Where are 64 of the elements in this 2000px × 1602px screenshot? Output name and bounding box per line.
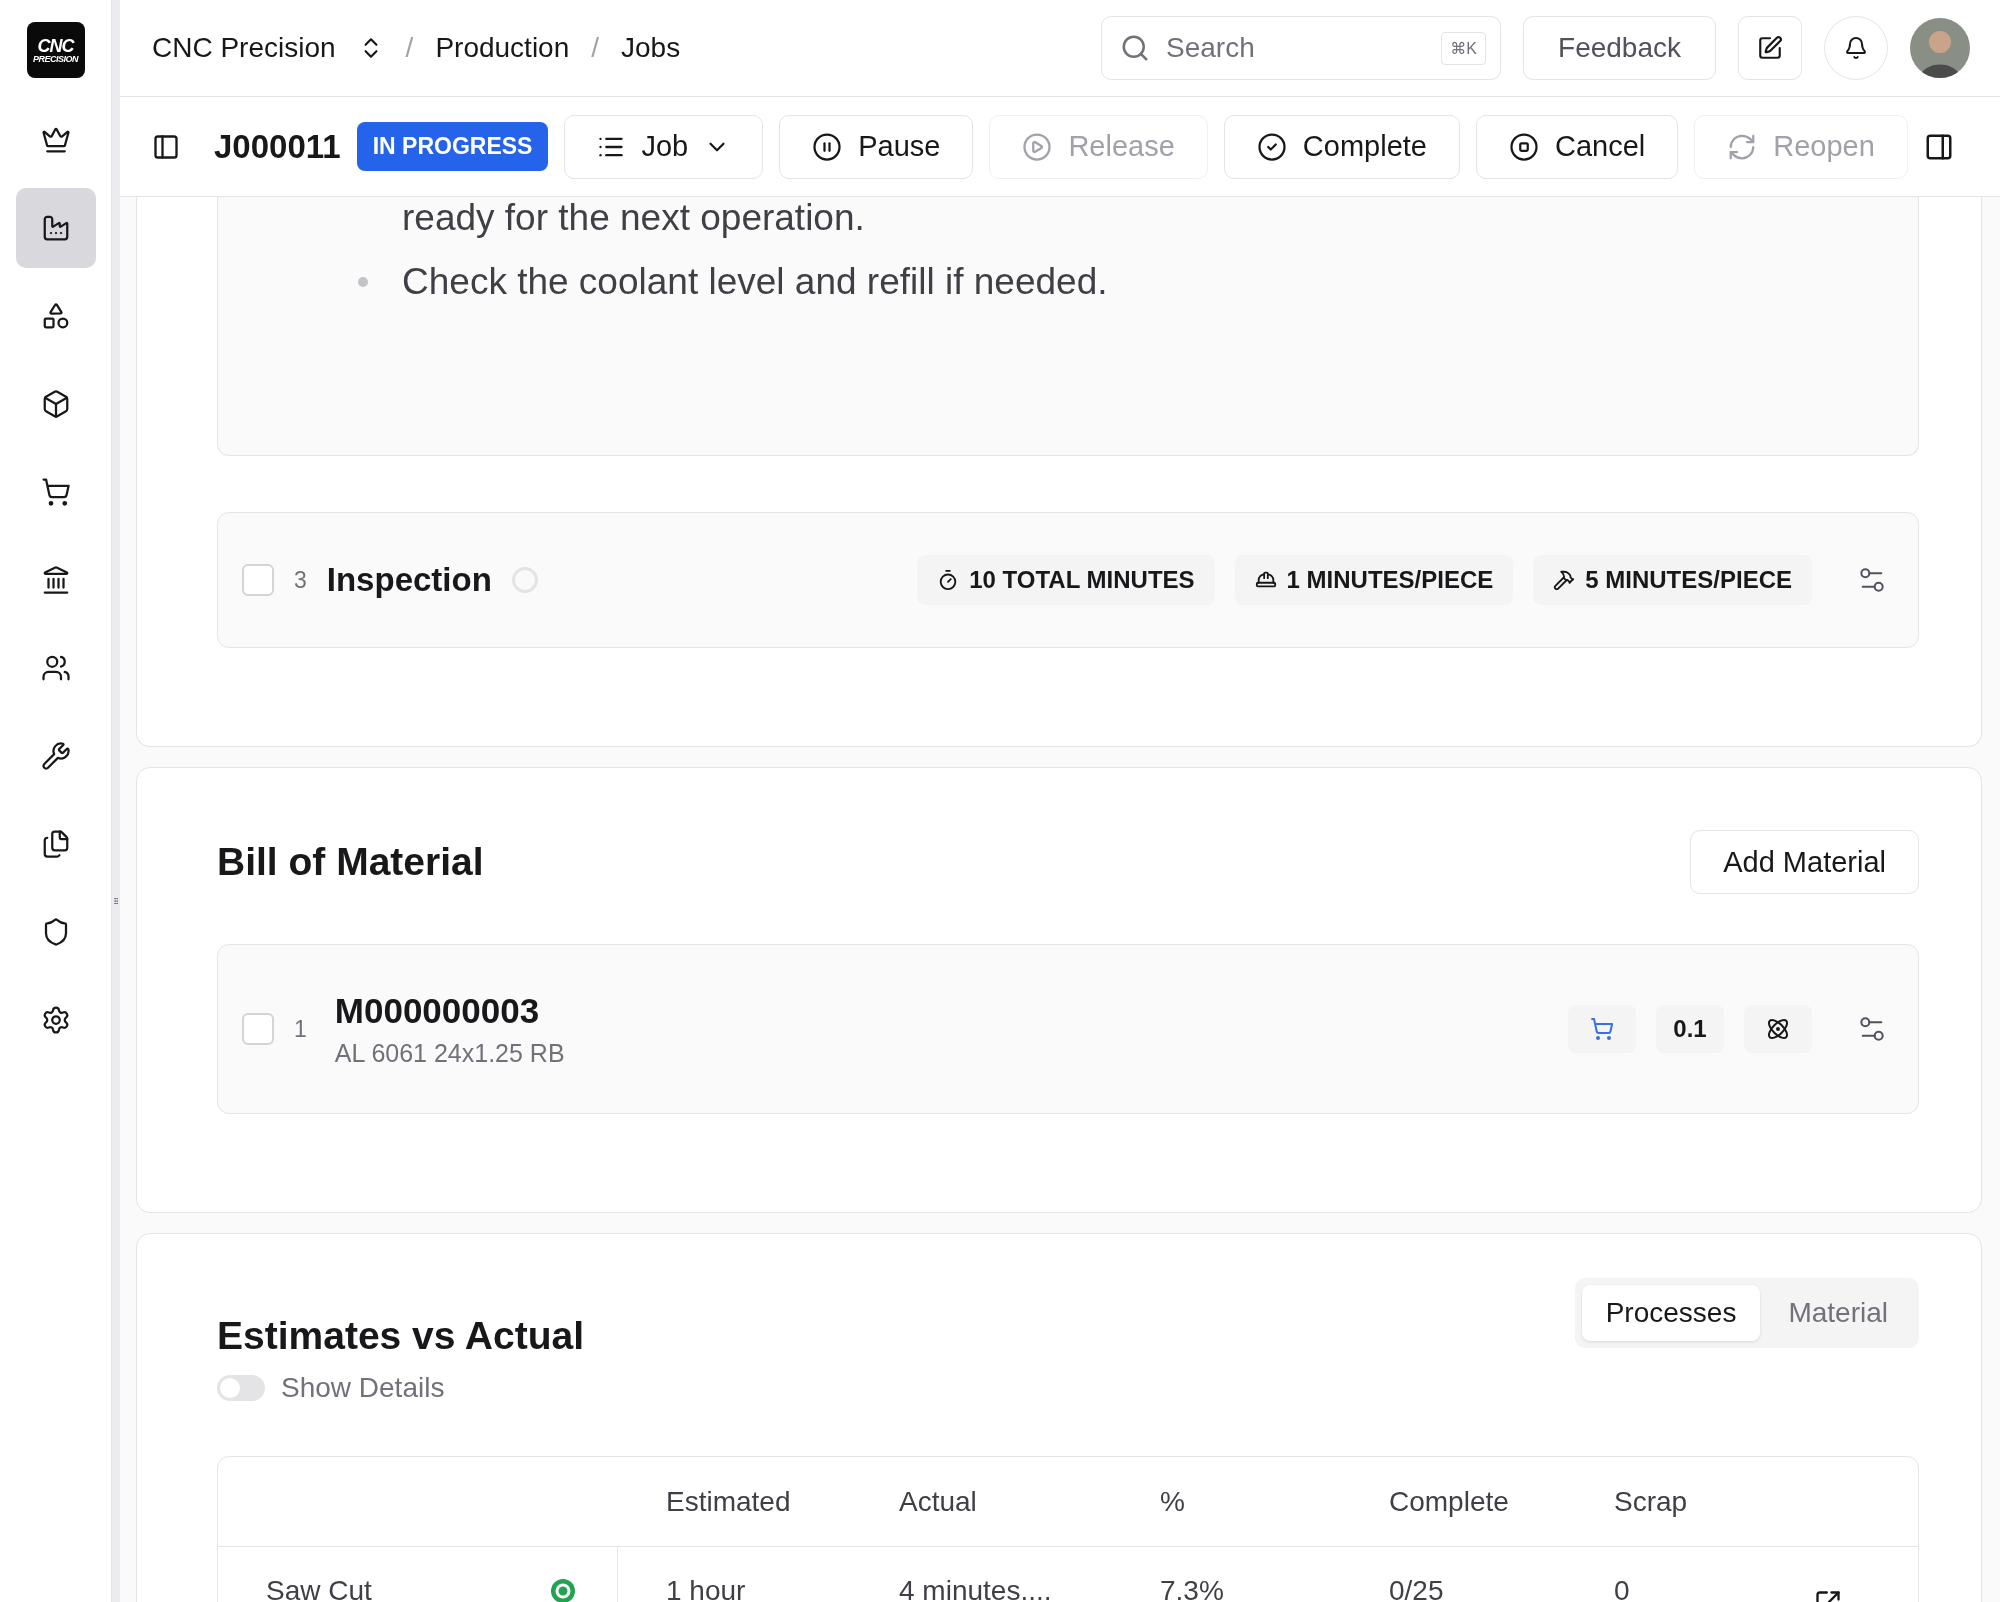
pause-icon [812, 131, 843, 162]
table-cell-text: 0 [1613, 1574, 1631, 1602]
column-header: Scrap [1566, 1457, 1766, 1547]
bell-icon [1844, 36, 1868, 60]
feedback-button[interactable]: Feedback [1523, 16, 1716, 80]
table-cell-text: 0/25 [1388, 1574, 1445, 1602]
duration-tag: 1 MINUTES/PIECE [1234, 555, 1514, 605]
breadcrumb-separator: / [591, 32, 600, 64]
column-header: Actual [851, 1457, 1112, 1547]
instruction-text: ready for the next operation. [402, 197, 865, 239]
add-material-button[interactable]: Add Material [1690, 830, 1919, 894]
users-icon [40, 653, 71, 683]
duration-tag: 5 MINUTES/PIECE [1533, 555, 1812, 605]
edit-icon [1757, 35, 1783, 61]
check-circle-icon [1256, 131, 1287, 162]
material-description: AL 6061 24x1.25 RB [334, 1038, 565, 1068]
breadcrumb-link[interactable]: Production [435, 32, 570, 64]
status-badge: IN PROGRESS [356, 122, 549, 171]
job-menu-button[interactable]: Job [564, 114, 764, 179]
operation-name: Inspection [326, 561, 492, 599]
hammer-icon [1553, 569, 1576, 591]
column-header: % [1112, 1457, 1341, 1547]
table-cell: Saw Cut [266, 1575, 372, 1602]
details-toggle[interactable] [217, 1375, 265, 1401]
job-id: J000011 [214, 127, 341, 166]
operation-number: 3 [294, 566, 307, 594]
breadcrumb-separator: / [405, 32, 414, 64]
section-title: Bill of Material [217, 840, 484, 884]
view-tab[interactable]: Processes [1581, 1285, 1761, 1341]
user-avatar[interactable] [1910, 18, 1970, 78]
action-button[interactable]: Cancel [1475, 114, 1679, 179]
row-checkbox[interactable] [242, 564, 274, 596]
instruction-text: Check the coolant level and refill if needed. [402, 261, 1108, 303]
column-header: Estimated [618, 1457, 851, 1547]
table-cell-text: 7.3% [1159, 1574, 1225, 1602]
search-bar[interactable]: Search ⌘K [1101, 16, 1502, 80]
duration-tag: 10 TOTAL MINUTES [917, 555, 1215, 605]
column-header: Complete [1341, 1457, 1566, 1547]
quantity-chip: 0.1 [1656, 1005, 1724, 1053]
atom-icon[interactable] [1744, 1005, 1812, 1053]
breadcrumb-link[interactable]: Jobs [621, 32, 681, 64]
shortcut-hint: ⌘K [1441, 31, 1487, 65]
table-cell-text: 1 hour [665, 1574, 747, 1602]
cart-icon[interactable] [1568, 1005, 1636, 1053]
material-id: M000000003 [334, 990, 541, 1031]
search-field[interactable]: Search [1164, 31, 1428, 65]
cart-icon [40, 477, 71, 507]
material-number: 1 [294, 1015, 307, 1043]
company-selector[interactable]: CNC Precision [152, 32, 384, 64]
row-checkbox[interactable] [242, 1013, 274, 1045]
action-button[interactable]: Complete [1223, 114, 1460, 179]
sidebar-nav-button[interactable] [15, 188, 96, 268]
wrench-icon [40, 741, 71, 771]
section-title: Estimates vs Actual [217, 1314, 585, 1358]
play-icon [1022, 131, 1053, 162]
stop-icon [1508, 131, 1539, 162]
table-cell-text: 4 minutes.... [898, 1574, 1053, 1602]
view-tab[interactable]: Material [1764, 1285, 1912, 1341]
sidebar-toggle-icon[interactable] [152, 132, 180, 161]
edit-button[interactable] [1738, 16, 1802, 80]
crown-icon [40, 125, 71, 155]
toggle-label: Show Details [281, 1372, 445, 1404]
company-logo[interactable]: CNC PRECISION [26, 22, 85, 78]
action-button[interactable]: Pause [779, 114, 974, 179]
